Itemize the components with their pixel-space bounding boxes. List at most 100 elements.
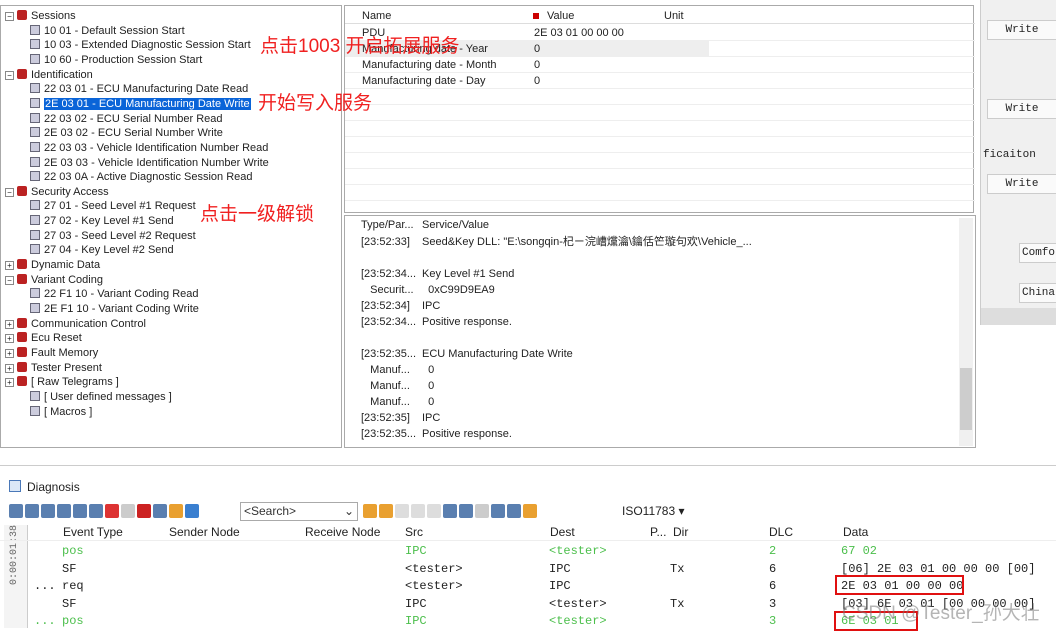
write-button[interactable]: Write: [987, 20, 1056, 40]
expand-icon[interactable]: +: [5, 319, 14, 329]
collapse-icon[interactable]: −: [5, 12, 14, 21]
toolbar-icon[interactable]: [153, 504, 167, 518]
tree-item[interactable]: + Dynamic Data: [5, 258, 100, 272]
tree-item[interactable]: 27 01 - Seed Level #1 Request: [30, 199, 196, 213]
param-value[interactable]: 0: [534, 57, 540, 73]
expand-icon[interactable]: +: [5, 261, 14, 271]
param-row[interactable]: [345, 153, 975, 169]
param-row[interactable]: [345, 137, 975, 153]
filter-icon[interactable]: [185, 504, 199, 518]
tree-item[interactable]: 27 02 - Key Level #1 Send: [30, 214, 174, 228]
comfort-field[interactable]: Comfor: [1019, 243, 1056, 263]
tree-item[interactable]: 22 03 0A - Active Diagnostic Session Rea…: [30, 170, 253, 184]
toolbar-icon[interactable]: [443, 504, 457, 518]
col-dlc[interactable]: DLC: [769, 524, 793, 541]
chevron-down-icon[interactable]: ⌄: [344, 503, 354, 520]
tree-item[interactable]: + Fault Memory: [5, 346, 98, 360]
back-icon[interactable]: [395, 504, 409, 518]
expand-icon[interactable]: +: [5, 363, 14, 373]
toolbar-icon[interactable]: [459, 504, 473, 518]
param-row[interactable]: Manufacturing date - Month 0: [345, 57, 975, 73]
param-value[interactable]: 0: [534, 73, 540, 89]
find-next-icon[interactable]: [363, 504, 377, 518]
filter-icon[interactable]: [169, 504, 183, 518]
protocol-icon[interactable]: [523, 504, 537, 518]
scroll-thumb[interactable]: [960, 368, 972, 430]
param-row[interactable]: [345, 105, 975, 121]
window-icon[interactable]: [507, 504, 521, 518]
param-row[interactable]: [345, 169, 975, 185]
col-receiver[interactable]: Receive Node: [305, 524, 380, 541]
collapse-icon[interactable]: −: [5, 70, 14, 80]
collapse-icon[interactable]: −: [5, 187, 14, 197]
col-service[interactable]: Service/Value: [422, 217, 489, 233]
tree-item[interactable]: − Identification: [5, 68, 93, 82]
expand-icon[interactable]: +: [5, 378, 14, 388]
tree-item[interactable]: 2E 03 01 - ECU Manufacturing Date Write: [30, 97, 251, 111]
search-input[interactable]: <Search> ⌄: [240, 502, 358, 521]
col-type[interactable]: Type/Par...: [361, 217, 414, 233]
tree-item[interactable]: 27 04 - Key Level #2 Send: [30, 243, 174, 257]
toolbar-icon[interactable]: [475, 504, 489, 518]
col-p[interactable]: P...: [650, 524, 666, 541]
col-data[interactable]: Data: [843, 524, 868, 541]
tree-item[interactable]: 10 03 - Extended Diagnostic Session Star…: [30, 38, 251, 52]
forward-icon[interactable]: [411, 504, 425, 518]
tree-item[interactable]: 10 60 - Production Session Start: [30, 53, 202, 67]
col-unit[interactable]: Unit: [664, 8, 684, 24]
expand-icon[interactable]: +: [5, 348, 14, 358]
toolbar-icon[interactable]: [57, 504, 71, 518]
col-name[interactable]: Name: [362, 8, 391, 24]
tree-item[interactable]: + [ Raw Telegrams ]: [5, 375, 119, 389]
write-button[interactable]: Write: [987, 174, 1056, 194]
toolbar-icon[interactable]: [121, 504, 135, 518]
tree-item[interactable]: 10 01 - Default Session Start: [30, 24, 185, 38]
tree-item[interactable]: [ User defined messages ]: [30, 390, 172, 404]
find-icon[interactable]: [89, 504, 103, 518]
toolbar-icon[interactable]: [427, 504, 441, 518]
log-scrollbar[interactable]: [959, 218, 973, 446]
tree-item[interactable]: + Tester Present: [5, 361, 102, 375]
tree-item[interactable]: 2E 03 02 - ECU Serial Number Write: [30, 126, 223, 140]
param-value[interactable]: 0: [534, 41, 540, 57]
tree-item[interactable]: 27 03 - Seed Level #2 Request: [30, 229, 196, 243]
tree-item[interactable]: − Security Access: [5, 185, 109, 199]
tree-item[interactable]: [ Macros ]: [30, 405, 92, 419]
protocol-selector[interactable]: ISO11783 ▾: [622, 504, 685, 518]
tree-item[interactable]: 2E F1 10 - Variant Coding Write: [30, 302, 199, 316]
tree-item[interactable]: 22 03 01 - ECU Manufacturing Date Read: [30, 82, 248, 96]
toolbar-icon[interactable]: [73, 504, 87, 518]
param-row[interactable]: [345, 185, 975, 201]
tree-item[interactable]: 22 03 02 - ECU Serial Number Read: [30, 112, 223, 126]
param-row[interactable]: [345, 121, 975, 137]
collapse-icon[interactable]: −: [5, 275, 14, 285]
toolbar-icon[interactable]: [25, 504, 39, 518]
param-value[interactable]: 2E 03 01 00 00 00: [534, 25, 624, 41]
tree-item[interactable]: − Sessions: [5, 9, 76, 23]
tree-item[interactable]: + Communication Control: [5, 317, 146, 331]
col-event-type[interactable]: Event Type: [63, 524, 123, 541]
col-value[interactable]: Value: [547, 8, 574, 24]
tree-item[interactable]: − Variant Coding: [5, 273, 103, 287]
font-icon[interactable]: [491, 504, 505, 518]
tree-item[interactable]: + Ecu Reset: [5, 331, 82, 345]
find-prev-icon[interactable]: [379, 504, 393, 518]
toolbar-icon[interactable]: [9, 504, 23, 518]
service-tree[interactable]: − Sessions 10 01 - Default Session Start 10…: [0, 5, 342, 448]
trace-row[interactable]: pos IPC <tester> 2 67 02: [0, 543, 1056, 560]
tree-item[interactable]: 22 03 03 - Vehicle Identification Number…: [30, 141, 268, 155]
china-field[interactable]: China: [1019, 283, 1056, 303]
col-src[interactable]: Src: [405, 524, 423, 541]
pause-icon[interactable]: [137, 504, 151, 518]
col-dir[interactable]: Dir: [673, 524, 688, 541]
param-row[interactable]: [345, 89, 975, 105]
col-sender[interactable]: Sender Node: [169, 524, 240, 541]
param-row[interactable]: Manufacturing date - Day 0: [345, 73, 975, 89]
delete-icon[interactable]: [105, 504, 119, 518]
tree-item[interactable]: 2E 03 03 - Vehicle Identification Number…: [30, 156, 269, 170]
toolbar-icon[interactable]: [41, 504, 55, 518]
expand-icon[interactable]: +: [5, 334, 14, 344]
col-dest[interactable]: Dest: [550, 524, 575, 541]
write-button[interactable]: Write: [987, 99, 1056, 119]
tree-item[interactable]: 22 F1 10 - Variant Coding Read: [30, 287, 199, 301]
